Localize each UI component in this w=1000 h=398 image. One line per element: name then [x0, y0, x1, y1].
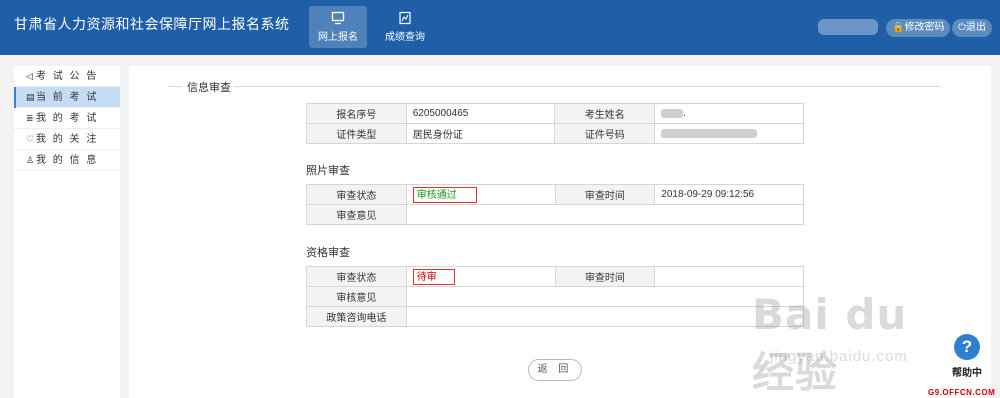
logout-button[interactable]: ⏻退出	[952, 19, 992, 37]
qualification-review-title: 资格审查	[306, 247, 350, 259]
qual-status-label: 审查状态	[306, 266, 407, 287]
sidebar-item-my-exams[interactable]: ≣ 我 的 考 试	[14, 108, 120, 129]
qual-time-value	[654, 266, 804, 287]
table-row: 政策咨询电话	[306, 306, 805, 327]
reg-no-value: 6205000465	[405, 103, 556, 124]
user-icon: ♙	[26, 155, 35, 165]
top-header: 甘肃省人力资源和社会保障厅网上报名系统 网上报名 成绩查询 🔒修改密码 ⏻退出	[0, 0, 1000, 55]
heart-icon: ♡	[26, 134, 35, 144]
qual-opinion-value	[405, 286, 805, 307]
id-type-label: 证件类型	[306, 123, 407, 144]
id-no-value	[654, 123, 804, 144]
table-row: 证件类型 居民身份证 证件号码	[306, 123, 804, 144]
table-row: 审查状态 待审 审查时间	[306, 266, 804, 287]
section-legend: 信息审查	[184, 79, 234, 95]
legend-divider	[232, 86, 940, 87]
photo-opinion-value	[405, 204, 805, 225]
photo-review-table: 审查状态 审核通过 审查时间 2018-09-29 09:12:56 审查意见	[306, 184, 805, 225]
lock-icon: 🔒	[892, 22, 905, 33]
photo-status-label: 审查状态	[306, 184, 407, 205]
sidebar-item-current-exam[interactable]: ▤当 前 考 试	[14, 87, 120, 108]
sidebar-item-my-follows[interactable]: ♡ 我 的 关 注	[14, 129, 120, 150]
id-no-label: 证件号码	[554, 123, 656, 144]
photo-time-value: 2018-09-29 09:12:56	[654, 184, 804, 205]
help-center-button[interactable]: ? 帮助中	[950, 334, 984, 380]
policy-phone-value	[405, 306, 805, 327]
sidebar: ◁ 考 试 公 告 ▤当 前 考 试 ≣ 我 的 考 试 ♡ 我 的 关 注 ♙ 我 的…	[14, 66, 120, 398]
table-row: 报名序号 6205000465 考生姓名 .	[306, 103, 804, 124]
qual-time-label: 审查时间	[554, 266, 656, 287]
sidebar-item-my-info[interactable]: ♙ 我 的 信 息	[14, 150, 120, 171]
basic-info-table: 报名序号 6205000465 考生姓名 . 证件类型 居民身份证 证件号码	[306, 103, 804, 144]
nav-label: 网上报名	[318, 32, 358, 43]
nav-score-query[interactable]: 成绩查询	[376, 6, 434, 48]
offcn-watermark: G9.OFFCN.COM	[928, 388, 996, 397]
qualification-review-table: 审查状态 待审 审查时间 审核意见 政策咨询电话	[306, 266, 805, 327]
photo-opinion-label: 审查意见	[306, 204, 407, 225]
monitor-icon	[331, 11, 345, 25]
legend-divider	[168, 86, 182, 87]
name-redacted	[661, 108, 684, 118]
photo-review-title: 照片审查	[306, 165, 350, 177]
app-title: 甘肃省人力资源和社会保障厅网上报名系统	[14, 16, 290, 32]
reg-no-label: 报名序号	[306, 103, 407, 124]
list-icon: ≣	[26, 113, 34, 123]
id-type-value: 居民身份证	[405, 123, 556, 144]
change-password-button[interactable]: 🔒修改密码	[886, 19, 951, 37]
nav-label: 成绩查询	[385, 32, 425, 43]
back-button[interactable]: 返 回	[528, 359, 582, 381]
policy-phone-label: 政策咨询电话	[306, 306, 407, 327]
power-icon: ⏻	[958, 22, 966, 33]
photo-time-label: 审查时间	[554, 184, 656, 205]
photo-status-cell: 审核通过	[405, 184, 556, 205]
id-no-redacted	[661, 128, 758, 138]
speaker-icon: ◁	[26, 71, 33, 81]
photo-status-value: 审核通过	[412, 186, 477, 203]
qual-status-value: 待审	[412, 268, 455, 285]
name-value: .	[654, 103, 804, 124]
help-label: 帮助中	[952, 368, 982, 379]
name-label: 考生姓名	[554, 103, 656, 124]
table-row: 审查意见	[306, 204, 805, 225]
qual-opinion-label: 审核意见	[306, 286, 407, 307]
document-chart-icon	[399, 11, 411, 25]
question-icon: ?	[954, 334, 980, 360]
username-redacted	[818, 19, 878, 35]
nav-online-registration[interactable]: 网上报名	[309, 6, 367, 48]
table-row: 审核意见	[306, 286, 805, 307]
sidebar-item-exam-notice[interactable]: ◁ 考 试 公 告	[14, 66, 120, 87]
doc-icon: ▤	[26, 92, 35, 102]
table-row: 审查状态 审核通过 审查时间 2018-09-29 09:12:56	[306, 184, 804, 205]
qual-status-cell: 待审	[405, 266, 556, 287]
